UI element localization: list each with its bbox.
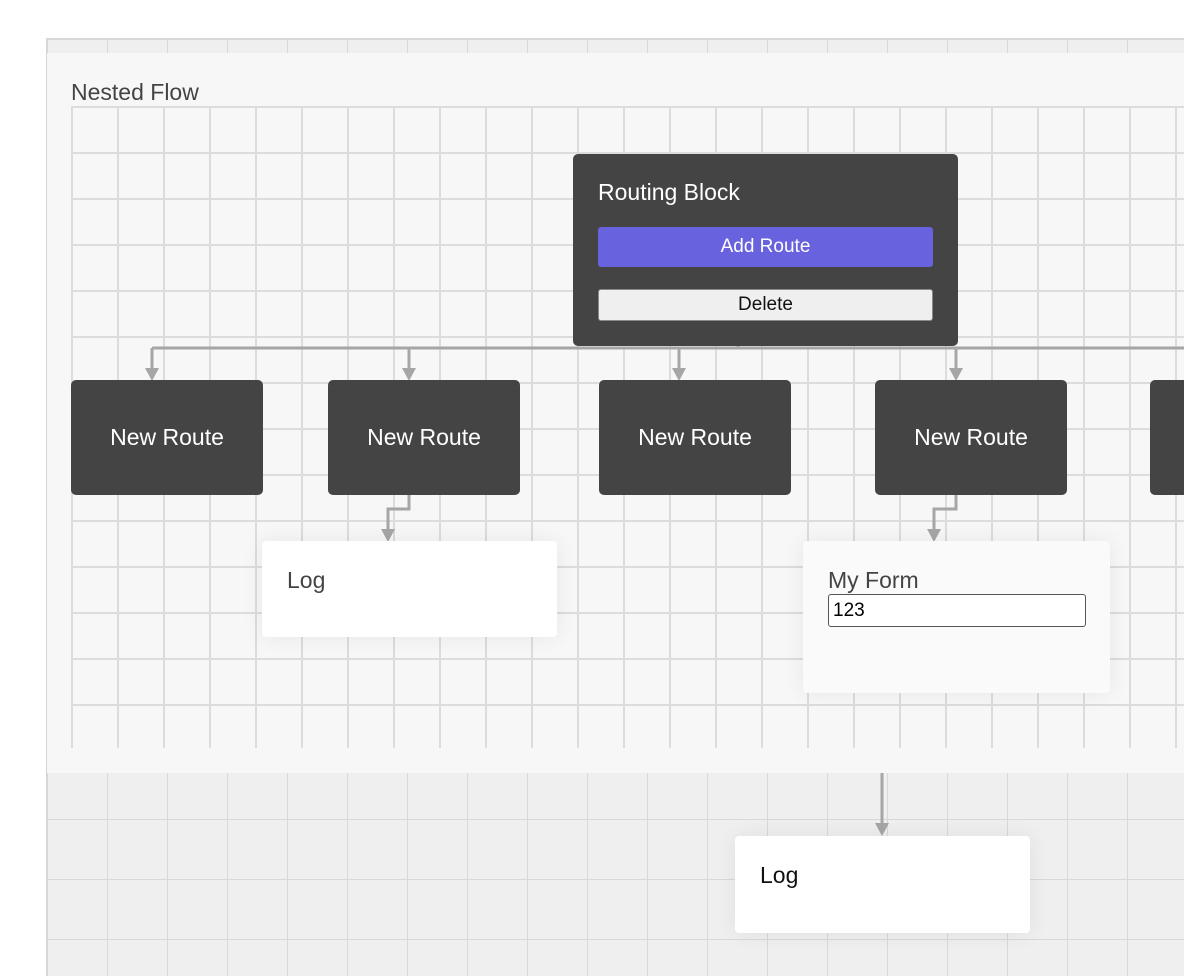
- log-node-outer-title: Log: [760, 862, 799, 888]
- log-node-title: Log: [287, 567, 326, 593]
- routing-block-title: Routing Block: [598, 179, 740, 205]
- route-node-1[interactable]: New Route: [71, 380, 263, 495]
- route-node-2[interactable]: New Route: [328, 380, 520, 495]
- add-route-button[interactable]: Add Route: [598, 227, 933, 267]
- form-node[interactable]: My Form: [803, 541, 1110, 693]
- nested-flow-title: Nested Flow: [71, 79, 199, 105]
- route-node-5-partial[interactable]: [1150, 380, 1184, 495]
- route-node-4[interactable]: New Route: [875, 380, 1067, 495]
- route-node-3[interactable]: New Route: [599, 380, 791, 495]
- log-node-nested[interactable]: Log: [262, 541, 557, 637]
- log-node-outer[interactable]: Log: [735, 836, 1030, 933]
- delete-button[interactable]: Delete: [598, 289, 933, 321]
- form-node-title: My Form: [828, 567, 919, 593]
- form-text-input[interactable]: [828, 594, 1086, 627]
- routing-block-node[interactable]: Routing Block Add Route Delete: [573, 154, 958, 346]
